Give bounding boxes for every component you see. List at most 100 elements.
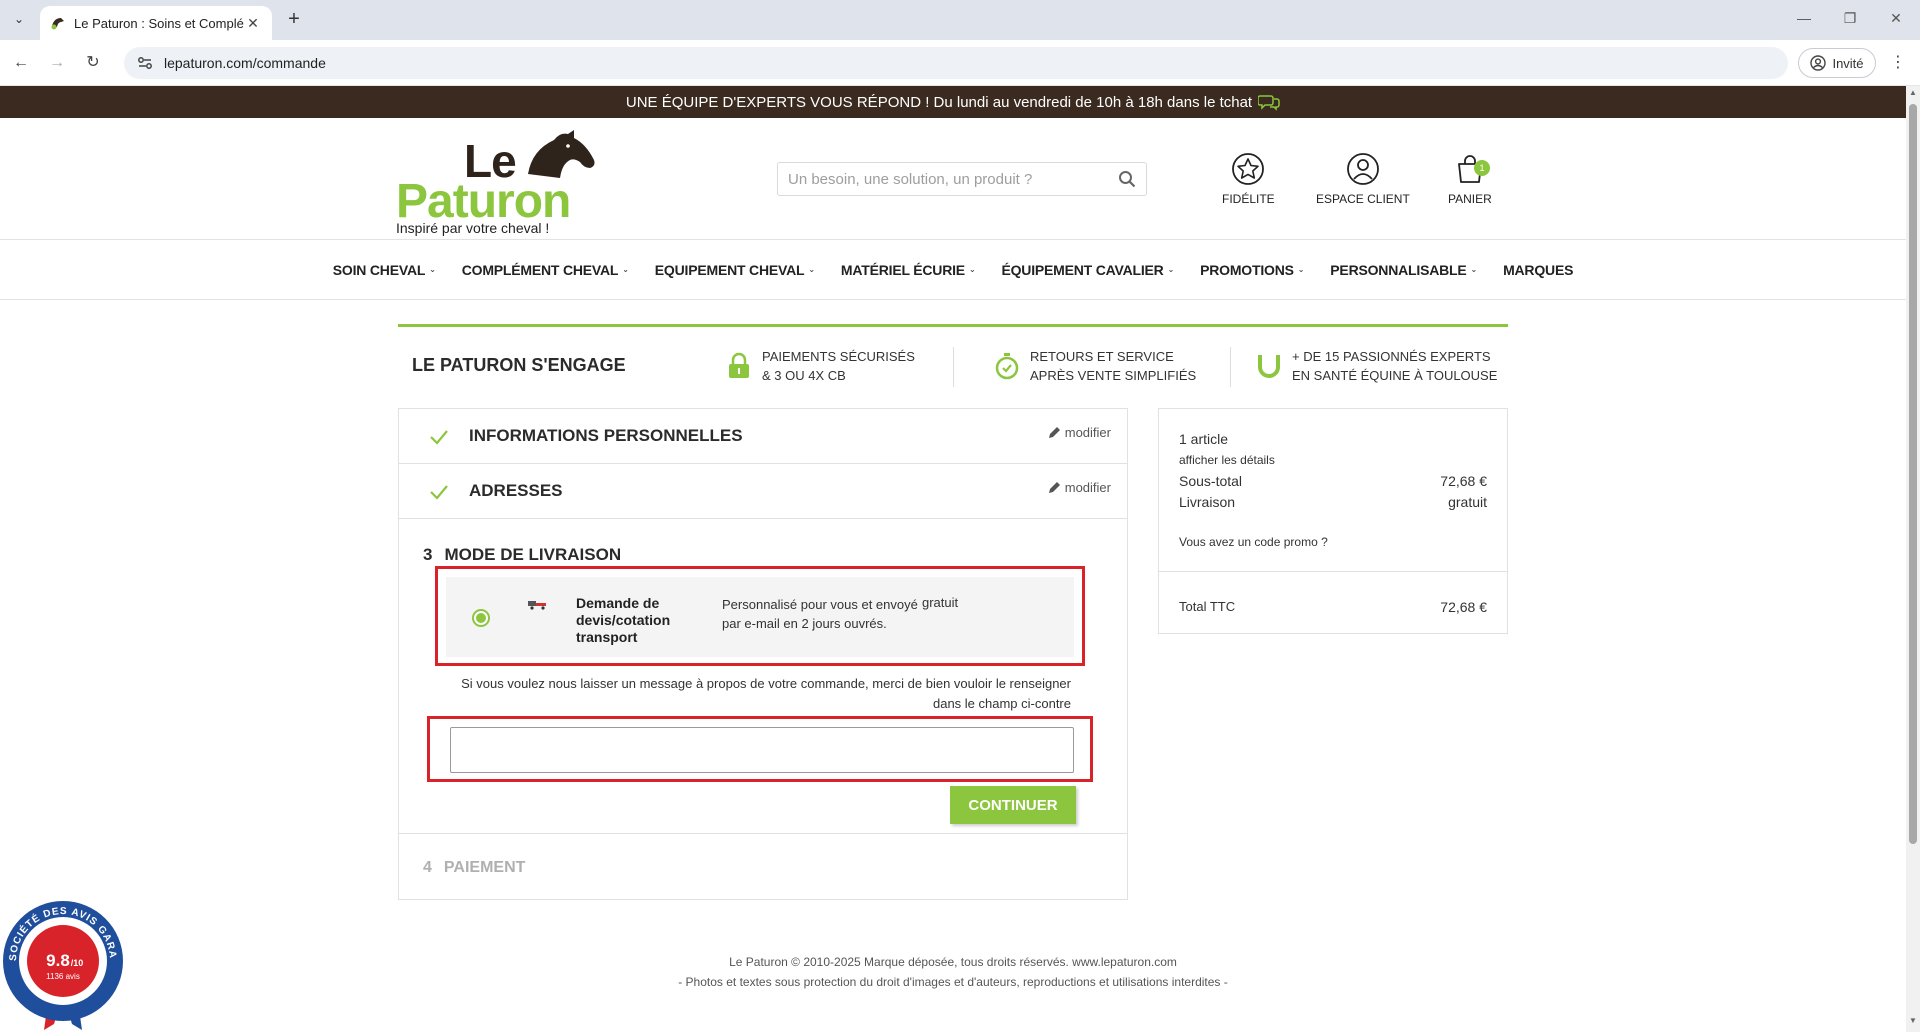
scroll-up-arrow-icon[interactable]: ▲ [1909, 88, 1917, 97]
site-info-icon[interactable] [136, 54, 154, 72]
search-bar [777, 162, 1147, 196]
close-window-icon[interactable]: ✕ [1886, 10, 1906, 27]
engagement-strip: LE PATURON S'ENGAGE PAIEMENTS SÉCURISÉS &… [398, 324, 1508, 394]
user-icon [1347, 153, 1379, 185]
new-tab-button[interactable]: + [282, 8, 306, 32]
reviews-count: 1136 avis [46, 972, 80, 981]
tab-title: Le Paturon : Soins et Complém [74, 15, 244, 31]
menu-item-marques[interactable]: MARQUES [1503, 262, 1573, 278]
chevron-down-icon: ⌄ [968, 265, 976, 274]
step-personal-info: INFORMATIONS PERSONNELLES modifier [399, 409, 1127, 464]
edit-addresses-link[interactable]: modifier [1048, 480, 1111, 495]
carrier-delay: Personnalisé pour vous et envoyé par e-m… [722, 597, 918, 631]
site-header: Le Paturon Inspiré par votre cheval ! FI… [0, 118, 1906, 240]
site-logo[interactable]: Le Paturon Inspiré par votre cheval ! [396, 126, 596, 236]
menu-item-soin-cheval[interactable]: SOIN CHEVAL ⌄ [333, 262, 436, 278]
chevron-down-icon: ⌄ [1297, 265, 1305, 274]
edit-personal-info-link[interactable]: modifier [1048, 425, 1111, 440]
step-delivery-title: 3 MODE DE LIVRAISON [423, 545, 622, 564]
order-message-textarea[interactable] [450, 727, 1074, 773]
order-message-label: Si vous voulez nous laisser un message à… [461, 676, 1071, 711]
promo-code-link[interactable]: Vous avez un code promo ? [1179, 535, 1328, 549]
reviews-score: 9.8 [46, 951, 70, 970]
step-delivery: 3 MODE DE LIVRAISON Demande de devis/cota… [399, 520, 1127, 834]
logo-tagline: Inspiré par votre cheval ! [396, 220, 550, 236]
cart-label: PANIER [1448, 192, 1492, 206]
carrier-price: gratuit [922, 595, 959, 610]
browser-tab-active[interactable]: Le Paturon : Soins et Complém ✕ [40, 6, 272, 40]
restore-icon[interactable]: ❐ [1840, 10, 1860, 27]
forward-arrow-icon[interactable]: → [46, 52, 68, 74]
subtotal-line: Sous-total 72,68 € [1179, 473, 1487, 489]
search-input[interactable] [788, 170, 1118, 188]
horse-head-icon [528, 130, 595, 178]
checkout-steps: INFORMATIONS PERSONNELLES modifier ADRES… [398, 408, 1128, 900]
reload-icon[interactable]: ↻ [82, 52, 104, 74]
total-value: 72,68 € [1440, 599, 1487, 615]
cart-summary: 1 article afficher les détails Sous-tota… [1158, 408, 1508, 634]
chevron-down-icon: ⌄ [808, 265, 815, 274]
scrollbar-thumb[interactable] [1909, 104, 1917, 844]
step-addresses-title: ADRESSES [469, 481, 563, 500]
check-icon [430, 430, 448, 445]
cart-link[interactable]: 1 PANIER [1448, 152, 1492, 206]
tab-search-button[interactable]: ⌄ [8, 8, 30, 30]
scroll-down-arrow-icon[interactable]: ▼ [1909, 1016, 1917, 1025]
engagement-item-returns: RETOURS ET SERVICE APRÈS VENTE SIMPLIFIÉS [994, 347, 1196, 385]
cart-count-badge: 1 [1474, 160, 1490, 176]
footer-legal: - Photos et textes sous protection du dr… [678, 975, 1228, 989]
chevron-down-icon: ⌄ [1470, 265, 1478, 274]
page-viewport: UNE ÉQUIPE D'EXPERTS VOUS RÉPOND ! Du lu… [0, 86, 1906, 1032]
page-scrollbar[interactable]: ▲ ▼ [1906, 86, 1920, 1032]
engagement-item-experts: + DE 15 PASSIONNÉS EXPERTS EN SANTÉ ÉQUIN… [1256, 347, 1497, 385]
browser-menu-icon[interactable]: ⋮ [1888, 52, 1908, 74]
top-banner: UNE ÉQUIPE D'EXPERTS VOUS RÉPOND ! Du lu… [0, 86, 1906, 118]
step-personal-info-title: INFORMATIONS PERSONNELLES [469, 426, 743, 445]
carrier-radio[interactable] [472, 609, 490, 627]
engagement-item-payment: PAIEMENTS SÉCURISÉS & 3 OU 4X CB [726, 347, 915, 385]
back-arrow-icon[interactable]: ← [10, 52, 32, 74]
tab-close-icon[interactable]: ✕ [244, 15, 262, 32]
reviews-badge[interactable]: SOCIÉTÉ DES AVIS GARANTIS 9.8 /10 1136 a… [2, 900, 124, 1032]
customer-area-link[interactable]: ESPACE CLIENT [1316, 152, 1410, 206]
profile-label: Invité [1832, 55, 1864, 71]
truck-logo-icon [528, 601, 546, 610]
subtotal-value: 72,68 € [1440, 473, 1487, 489]
top-banner-text: UNE ÉQUIPE D'EXPERTS VOUS RÉPOND ! Du lu… [625, 93, 1253, 111]
menu-item-equipement-cavalier[interactable]: ÉQUIPEMENT CAVALIER ⌄ [1001, 262, 1174, 278]
minimize-icon[interactable]: — [1794, 10, 1814, 26]
menu-item-equipement-cheval[interactable]: EQUIPEMENT CHEVAL ⌄ [655, 262, 815, 278]
site-footer: Le Paturon © 2010-2025 Marque déposée, t… [0, 952, 1906, 992]
engagement-divider [1230, 347, 1231, 387]
carrier-option[interactable]: Demande de devis/cotation transport Pers… [446, 577, 1074, 657]
menu-item-personnalisable[interactable]: PERSONNALISABLE ⌄ [1330, 262, 1477, 278]
star-icon [1232, 153, 1265, 185]
check-icon [430, 485, 448, 500]
pencil-icon [1048, 427, 1060, 438]
address-bar[interactable]: lepaturon.com/commande [124, 47, 1788, 79]
reviews-scale: /10 [71, 958, 84, 968]
pencil-icon [1048, 482, 1060, 493]
timer-icon [995, 353, 1019, 380]
step-addresses: ADRESSES modifier [399, 464, 1127, 519]
show-details-link[interactable]: afficher les détails [1179, 453, 1275, 467]
shipping-value: gratuit [1448, 494, 1487, 510]
site-favicon-icon [51, 18, 64, 30]
order-message-highlight [427, 716, 1093, 782]
engagement-divider [953, 347, 954, 387]
profile-button[interactable]: Invité [1798, 48, 1876, 78]
search-icon[interactable] [1118, 170, 1136, 188]
continue-button[interactable]: CONTINUER [950, 786, 1076, 824]
chevron-down-icon: ⌄ [1167, 265, 1175, 274]
step-payment[interactable]: 4 PAIEMENT [399, 835, 1127, 899]
loyalty-link[interactable]: FIDÉLITE [1222, 152, 1275, 206]
menu-item-promotions[interactable]: PROMOTIONS ⌄ [1200, 262, 1304, 278]
menu-item-complement-cheval[interactable]: COMPLÉMENT CHEVAL ⌄ [462, 262, 629, 278]
horseshoe-icon [1258, 355, 1280, 378]
cart-summary-top: 1 article afficher les détails Sous-tota… [1159, 409, 1507, 572]
browser-toolbar: ← → ↻ lepaturon.com/commande Invité ⋮ [0, 40, 1920, 86]
menu-item-materiel-ecurie[interactable]: MATÉRIEL ÉCURIE ⌄ [841, 262, 976, 278]
chat-bubbles-icon[interactable] [1258, 93, 1280, 111]
chevron-down-icon: ⌄ [622, 265, 629, 274]
lock-icon [729, 352, 749, 378]
